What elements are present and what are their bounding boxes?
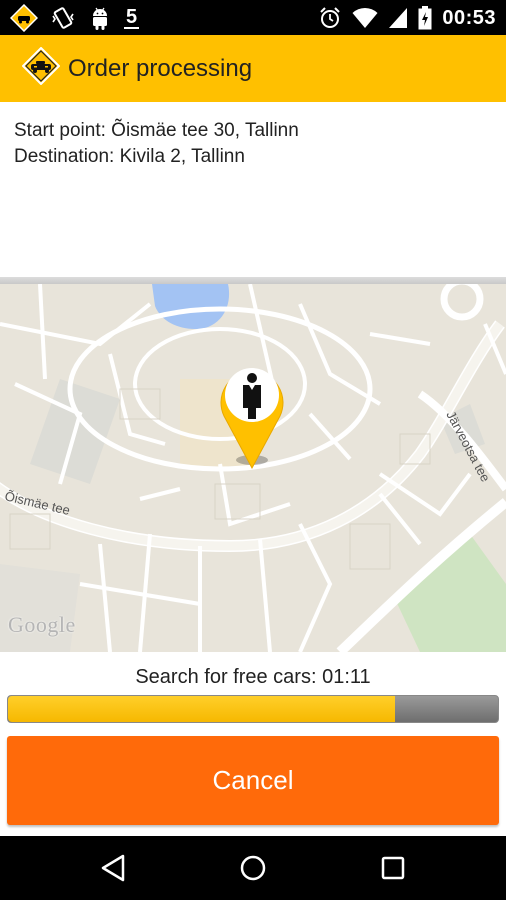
signal-icon — [389, 8, 408, 28]
order-info: Start point: Õismäe tee 30, Tallinn Dest… — [0, 102, 506, 277]
google-attribution: Google — [8, 612, 76, 637]
page-title: Order processing — [68, 55, 253, 82]
wifi-icon — [352, 7, 378, 28]
android-icon — [93, 7, 107, 30]
search-panel: Search for free cars: 01:11 Cancel — [0, 652, 506, 836]
back-icon — [101, 854, 125, 882]
search-progress-bar — [7, 695, 499, 723]
vibrate-icon — [52, 7, 74, 29]
battery-charging-icon — [418, 6, 432, 30]
status-bar-system: 00:53 — [318, 4, 496, 32]
home-button[interactable] — [235, 850, 271, 886]
back-button[interactable] — [95, 850, 131, 886]
search-progress-fill — [8, 696, 396, 722]
taxi-app-icon — [10, 4, 38, 32]
destination-text: Destination: Kivila 2, Tallinn — [14, 146, 245, 167]
section-divider — [0, 277, 506, 284]
map-canvas[interactable]: Õismäe tee Järveotsa tee — [0, 284, 506, 652]
recents-icon — [381, 856, 405, 880]
status-bar-notifications: 5 — [10, 4, 140, 32]
recents-button[interactable] — [375, 850, 411, 886]
app-bar: Order processing — [0, 35, 506, 102]
alarm-icon — [320, 7, 341, 28]
status-bar: 5 00:53 — [0, 0, 506, 35]
status-time: 00:53 — [442, 6, 496, 29]
map-view[interactable]: Õismäe tee Järveotsa tee Google — [0, 284, 506, 652]
notification-count: 5 — [124, 6, 140, 29]
navigation-bar — [0, 836, 506, 900]
taxi-logo-icon — [22, 47, 60, 85]
start-point-text: Start point: Õismäe tee 30, Tallinn — [14, 120, 299, 141]
search-timer-text: Search for free cars: 01:11 — [135, 666, 371, 688]
cancel-button[interactable]: Cancel — [7, 736, 499, 825]
home-icon — [240, 855, 266, 881]
